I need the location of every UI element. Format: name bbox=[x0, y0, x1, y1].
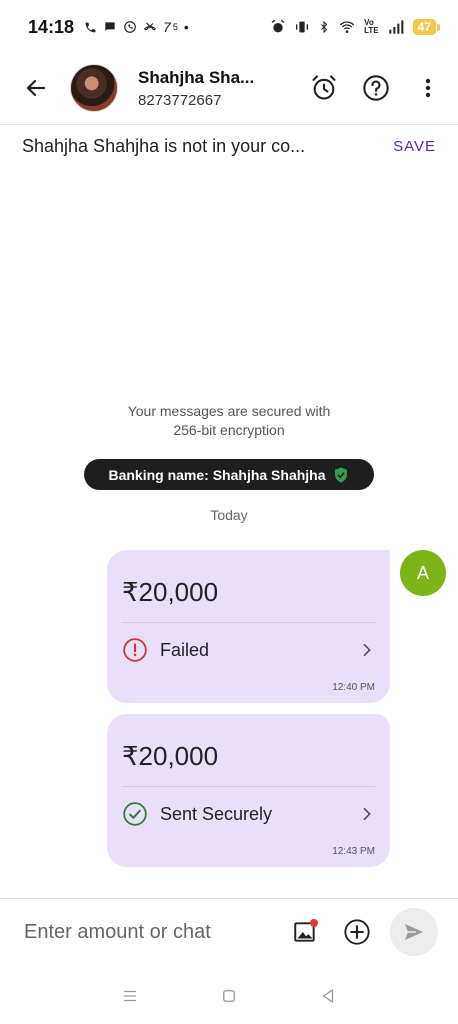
header-divider bbox=[0, 124, 458, 125]
alarm-icon bbox=[271, 19, 285, 33]
header-actions bbox=[308, 72, 444, 104]
square-icon bbox=[223, 990, 235, 1002]
phone-icon bbox=[85, 22, 96, 32]
save-contact-button[interactable]: SAVE bbox=[393, 138, 436, 155]
notification-dot bbox=[310, 919, 318, 927]
more-vert-icon bbox=[425, 78, 431, 98]
banking-name-badge: Banking name: Shahjha Shahjha bbox=[84, 459, 374, 490]
composer-bar bbox=[0, 904, 458, 960]
send-icon bbox=[405, 924, 423, 940]
contact-phone: 8273772667 bbox=[138, 91, 222, 109]
home-button[interactable] bbox=[214, 981, 244, 1011]
help-icon bbox=[363, 75, 389, 101]
payment-message-failed[interactable]: ₹20,000 Failed 12:40 PM bbox=[107, 550, 390, 703]
battery-indicator: 47 bbox=[412, 19, 441, 35]
triangle-back-icon bbox=[323, 989, 334, 1003]
more-options-button[interactable] bbox=[412, 72, 444, 104]
whatsapp-icon bbox=[124, 21, 136, 33]
user-avatar[interactable]: A bbox=[400, 550, 446, 596]
payment-status: Sent Securely bbox=[160, 803, 273, 824]
help-button[interactable] bbox=[360, 72, 392, 104]
dot-indicator: • bbox=[183, 19, 189, 35]
date-divider: Today bbox=[210, 507, 248, 523]
status-right-icons: Vo LTE 47 bbox=[270, 18, 441, 35]
temperature-icon: 7 bbox=[163, 19, 171, 35]
check-circle-icon bbox=[123, 802, 147, 826]
bubble-divider bbox=[122, 786, 375, 787]
contact-avatar[interactable] bbox=[70, 64, 118, 112]
amount-chat-input[interactable] bbox=[24, 920, 274, 944]
reminder-button[interactable] bbox=[308, 72, 340, 104]
error-icon bbox=[123, 638, 147, 662]
message-time: 12:40 PM bbox=[332, 682, 375, 693]
payment-message-sent[interactable]: ₹20,000 Sent Securely 12:43 PM bbox=[107, 714, 390, 867]
payment-status-row[interactable]: Sent Securely bbox=[122, 800, 375, 828]
payment-amount: ₹20,000 bbox=[122, 741, 219, 771]
message-time: 12:43 PM bbox=[332, 846, 375, 857]
signal-icon bbox=[388, 20, 403, 34]
verified-shield-icon bbox=[334, 467, 347, 482]
back-nav-button[interactable] bbox=[313, 981, 343, 1011]
contact-name: Shahjha Sha... bbox=[138, 67, 255, 87]
recents-button[interactable] bbox=[115, 981, 145, 1011]
plus-circle-icon bbox=[344, 919, 370, 945]
gallery-button[interactable] bbox=[288, 915, 322, 949]
encryption-notice: Your messages are secured with 256-bit e… bbox=[0, 402, 458, 440]
payment-status-row[interactable]: Failed bbox=[122, 636, 375, 664]
composer-divider bbox=[0, 898, 458, 899]
system-nav-bar bbox=[0, 978, 458, 1014]
banking-name-text: Banking name: Shahjha Shahjha bbox=[108, 466, 326, 483]
add-button[interactable] bbox=[340, 915, 374, 949]
encryption-line-2: 256-bit encryption bbox=[173, 422, 285, 438]
back-button[interactable] bbox=[16, 68, 56, 108]
contact-notice-bar: Shahjha Shahjha is not in your co... SAV… bbox=[22, 136, 436, 157]
payment-amount: ₹20,000 bbox=[122, 577, 219, 607]
status-time: 14:18 bbox=[28, 16, 75, 37]
not-in-contacts-text: Shahjha Shahjha is not in your co... bbox=[22, 136, 306, 156]
status-left-icons: 75 • bbox=[84, 19, 189, 35]
encryption-line-1: Your messages are secured with bbox=[127, 403, 331, 419]
status-bar: 14:18 75 • Vo LTE 47 bbox=[0, 0, 458, 54]
chat-bubble-icon bbox=[105, 22, 115, 32]
missed-call-icon bbox=[143, 22, 157, 31]
contact-info[interactable]: Shahjha Sha... 8273772667 bbox=[138, 68, 283, 109]
chevron-right-icon bbox=[363, 807, 371, 821]
vibrate-icon bbox=[296, 21, 309, 33]
payment-status: Failed bbox=[160, 639, 210, 660]
bubble-divider bbox=[122, 622, 375, 623]
chevron-right-icon bbox=[363, 643, 371, 657]
volte-icon: Vo LTE bbox=[364, 18, 379, 35]
menu-icon bbox=[123, 990, 136, 1002]
arrow-left-icon bbox=[26, 79, 46, 97]
send-button[interactable] bbox=[390, 908, 438, 956]
bluetooth-icon bbox=[321, 20, 328, 34]
chat-header: Shahjha Sha... 8273772667 bbox=[0, 58, 458, 118]
alarm-clock-icon bbox=[312, 75, 336, 100]
wifi-icon bbox=[339, 21, 355, 33]
